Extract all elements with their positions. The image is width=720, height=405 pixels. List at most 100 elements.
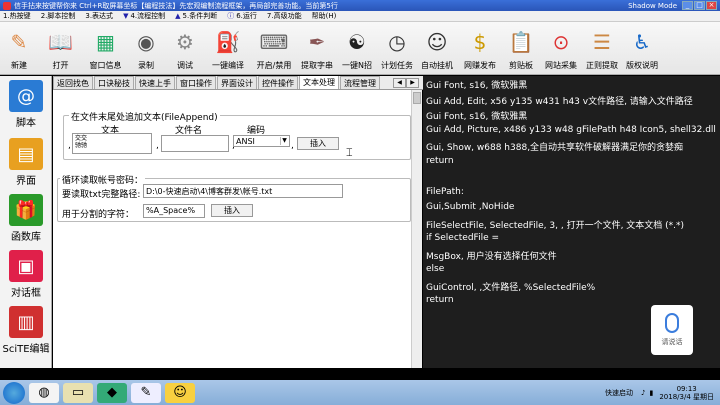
toolbar-label: 提取字串 [301, 61, 333, 70]
toolbar-label: 网站采集 [545, 61, 577, 70]
toolbar-label: 自动挂机 [421, 61, 453, 70]
network-icon[interactable]: ▮ [649, 389, 653, 397]
code-line: FilePath: [426, 186, 464, 197]
toolbar-label: 计划任务 [381, 61, 413, 70]
separator-input[interactable]: %A_Space% [143, 204, 205, 218]
toolbar-button-9[interactable]: ◷ 计划任务 [378, 21, 416, 74]
quill-icon: ✒ [308, 30, 326, 54]
txt-path-input[interactable]: D:\0-快速启动\4\博客群发\帐号.txt [143, 184, 343, 198]
left-panel-label: 界面 [16, 176, 36, 187]
menu-hotkey[interactable]: 1.热按键 [3, 11, 31, 21]
menu-condition[interactable]: ▲ 5.条件判断 [175, 11, 217, 21]
toolbar-label: 版权说明 [626, 61, 658, 70]
app-icon[interactable]: ◆ [97, 382, 127, 403]
clock-icon: ◷ [388, 30, 406, 54]
tab-scroll-right-icon[interactable]: ▶ [406, 78, 419, 88]
menu-help[interactable]: 帮助(H) [312, 11, 337, 21]
start-button[interactable] [3, 381, 25, 404]
toolbar-label: 打开 [52, 61, 69, 70]
open-book-icon: 📖 [48, 30, 73, 54]
menu-expression[interactable]: 3.表达式 [85, 11, 113, 21]
toolbar-button-5[interactable]: ⛽ 一键编译 [206, 21, 250, 74]
append-text-input[interactable]: 交交 驰驰 [72, 133, 152, 154]
tab-6[interactable]: 文本处理 [299, 76, 339, 89]
minimize-button[interactable]: _ [682, 1, 693, 10]
tab-5[interactable]: 控件操作 [258, 76, 298, 89]
toolbar-button-11[interactable]: $ 网赚发布 [458, 21, 502, 74]
window-title: 信手拈来按键帮你来 Ctrl+R取屏幕坐标【编程技法】先宏观编制流程框架，再局部… [14, 1, 338, 10]
toolbar-button-0[interactable]: ✎ 新建 [0, 21, 38, 74]
menu-advanced[interactable]: 7.高级功能 [267, 11, 302, 21]
tab-3[interactable]: 窗口操作 [176, 76, 216, 89]
insert-loop-button[interactable]: 插入 [211, 204, 253, 217]
tab-7[interactable]: 流程管理 [340, 76, 380, 89]
shadow-mode-label: Shadow Mode [628, 1, 677, 10]
toolbar-label: 新建 [11, 61, 27, 70]
left-panel-item-1[interactable]: ▤ 界面 [2, 138, 50, 187]
pencil-icon: ✎ [10, 30, 28, 54]
toolbar-button-4[interactable]: ⚙ 调试 [164, 21, 206, 74]
left-panel-label: 函数库 [11, 232, 41, 243]
code-line: Gui, Show, w688 h388,全自动共享软件破解器满足你的贪婪痴 [426, 143, 684, 153]
code-line: MsgBox, 用户没有选择任何文件 [426, 251, 557, 262]
toolbar-label: 一键编译 [212, 61, 244, 70]
maximize-button[interactable]: □ [694, 1, 705, 10]
microphone-icon [665, 313, 679, 333]
file-append-group-title: 在文件末尾处追加文本(FileAppend) [69, 110, 220, 123]
path-label: 要读取txt完整路径: [62, 190, 141, 200]
toolbar-button-1[interactable]: 📖 打开 [38, 21, 83, 74]
person-icon: ♿ [633, 30, 651, 54]
menu-script-control[interactable]: 2.脚本控制 [41, 11, 76, 21]
quick-launch-label[interactable]: 快速启动 [605, 388, 633, 398]
notepad-icon: ☰ [593, 30, 611, 54]
toolbar-button-14[interactable]: ☰ 正则提取 [582, 21, 622, 74]
code-line: GuiControl, ,文件路径, %SelectedFile% [426, 282, 596, 293]
separator-label: 用于分割的字符： [62, 210, 135, 220]
vertical-scrollbar[interactable] [411, 90, 422, 368]
scrollbar-thumb[interactable] [413, 92, 421, 104]
text-processing-panel: 在文件末尾处追加文本(FileAppend) 文本 文件名 编码 , 交交 驰驰… [53, 90, 422, 368]
close-button[interactable]: × [706, 1, 717, 10]
left-panel-item-2[interactable]: 🎁 函数库 [2, 194, 50, 243]
keyboard-icon: ⌨ [259, 30, 289, 54]
tab-4[interactable]: 界面设计 [217, 76, 257, 89]
gears-icon: ⚙ [176, 30, 194, 54]
menu-flow-control[interactable]: ▼ 4.流程控制 [123, 11, 165, 21]
toolbar-button-13[interactable]: ⊙ 网站采集 [540, 21, 582, 74]
chrome-icon[interactable]: ◍ [29, 382, 59, 403]
robot-app-icon[interactable]: ☺ [165, 382, 195, 403]
toolbar-button-3[interactable]: ◉ 录制 [128, 21, 164, 74]
left-panel-item-0[interactable]: @ 脚本 [2, 80, 50, 129]
folder-icon[interactable]: ▭ [63, 382, 93, 403]
status-strip [0, 368, 720, 380]
tab-1[interactable]: 口诀秘技 [94, 76, 134, 89]
tab-bar: 返回找色 口诀秘技 快速上手 窗口操作 界面设计 控件操作 文本处理 流程管理 [53, 76, 423, 90]
voice-prompt-label: 请说话 [661, 338, 683, 346]
clock[interactable]: 09:13 2018/3/4 星期日 [659, 385, 714, 401]
left-panel-label: 脚本 [16, 118, 36, 129]
down-arrow-icon: ▲ [175, 12, 181, 20]
toolbar-button-15[interactable]: ♿ 版权说明 [622, 21, 662, 74]
left-panel-item-3[interactable]: ▣ 对话框 [2, 250, 50, 299]
text-cursor-icon: ⌶ [346, 146, 353, 159]
chat-icon: ▣ [9, 250, 43, 282]
clipboard-icon: 📋 [508, 30, 534, 54]
append-filename-input[interactable] [161, 135, 229, 152]
voice-input-widget[interactable]: 请说话 [651, 305, 693, 355]
encoding-select[interactable]: ANSI ▼ [233, 135, 290, 147]
toolbar-button-7[interactable]: ✒ 提取字串 [298, 21, 336, 74]
left-panel-item-4[interactable]: ▥ SciTE编辑 [2, 306, 50, 355]
toolbar-label: 调试 [177, 61, 193, 70]
tab-0[interactable]: 返回找色 [53, 76, 93, 89]
tab-scroll-left-icon[interactable]: ◀ [393, 78, 406, 88]
volume-icon[interactable]: ♪ [641, 389, 645, 397]
menu-run[interactable]: ⓘ 6.运行 [227, 11, 257, 21]
toolbar-button-6[interactable]: ⌨ 开启/禁用 [250, 21, 298, 74]
paint-icon[interactable]: ✎ [131, 382, 161, 403]
tab-2[interactable]: 快速上手 [135, 76, 175, 89]
toolbar-button-8[interactable]: ☯ 一键N招 [336, 21, 378, 74]
insert-append-button[interactable]: 插入 [297, 137, 339, 150]
toolbar-button-12[interactable]: 📋 剪贴板 [502, 21, 540, 74]
toolbar-button-2[interactable]: ▦ 窗口信息 [83, 21, 128, 74]
toolbar-button-10[interactable]: ☺ 自动挂机 [416, 21, 458, 74]
